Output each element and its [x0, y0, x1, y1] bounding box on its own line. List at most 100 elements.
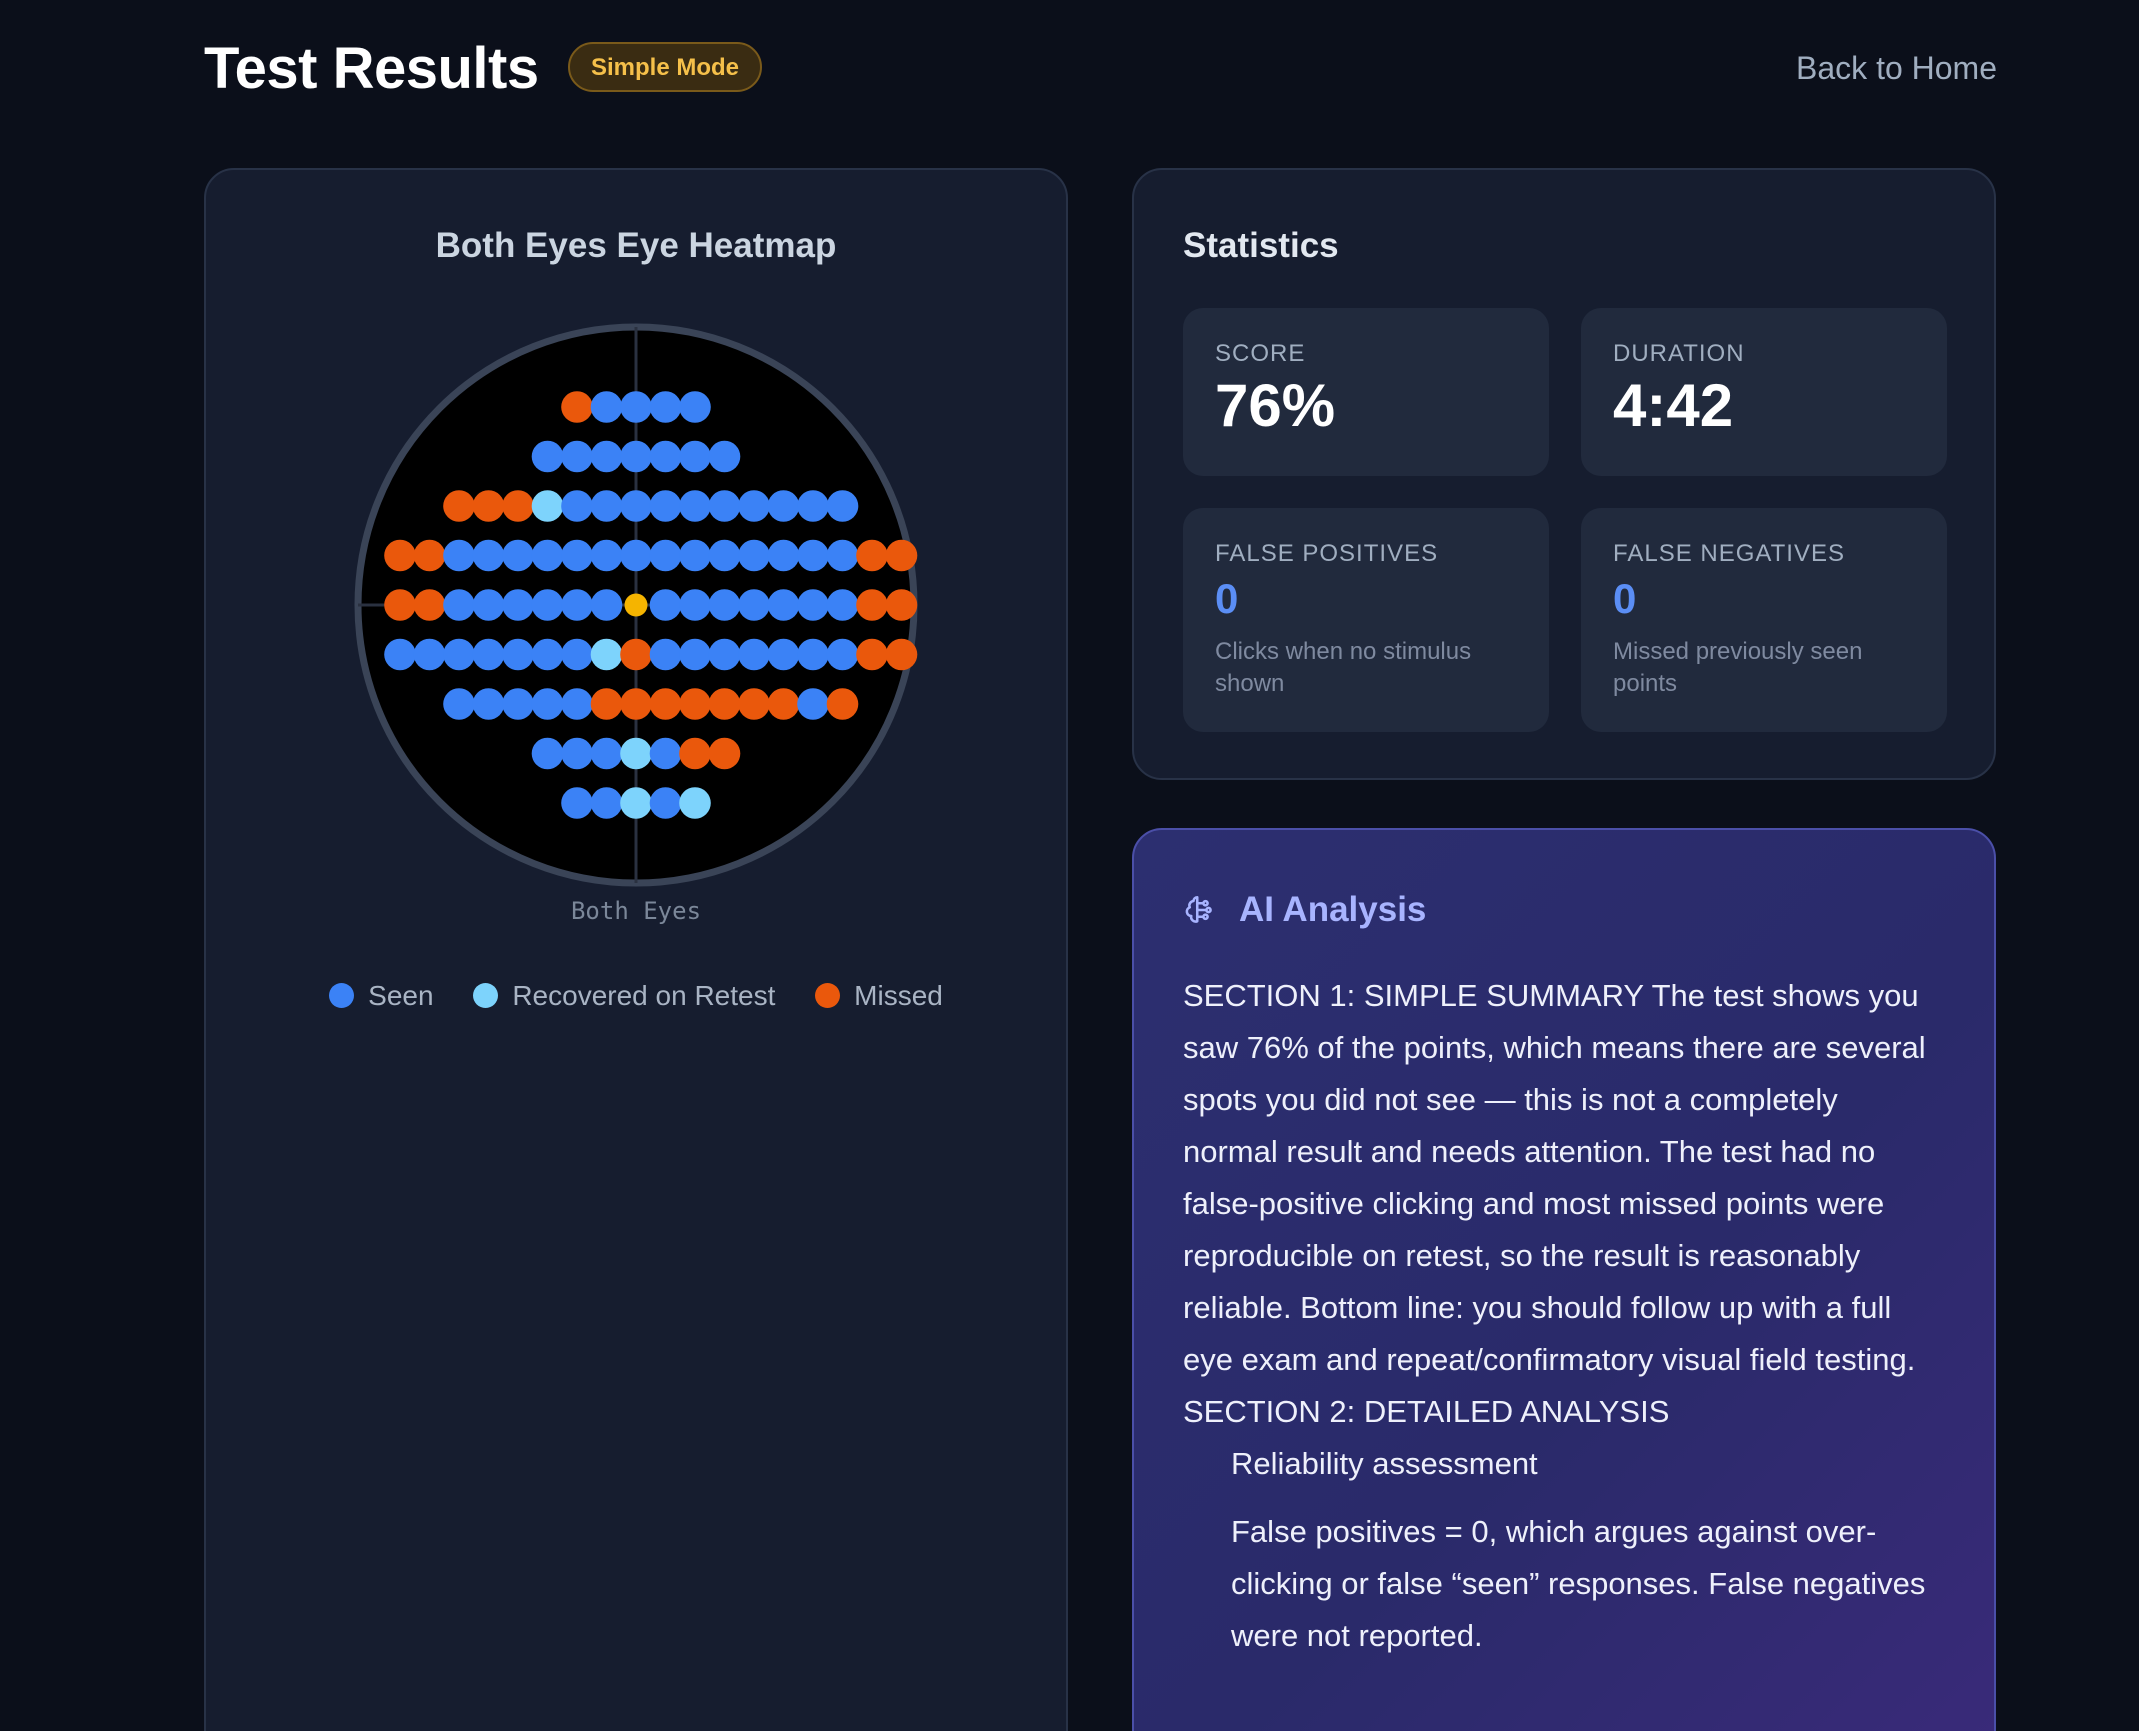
duration-tile: DURATION 4:42	[1581, 308, 1947, 476]
back-to-home-link[interactable]: Back to Home	[1796, 50, 1997, 87]
statistics-card: Statistics SCORE 76% DURATION 4:42 FALSE…	[1132, 168, 1996, 780]
seen-point	[767, 638, 800, 671]
seen-point	[384, 638, 416, 671]
seen-point	[413, 638, 446, 671]
seen-point	[826, 490, 859, 522]
legend-label-missed: Missed	[854, 980, 943, 1011]
legend-dot-recovered	[473, 983, 499, 1008]
heatmap-title: Both Eyes Eye Heatmap	[435, 226, 837, 265]
false-positives-value: 0	[1215, 575, 1239, 622]
missed-point	[620, 638, 652, 671]
seen-point	[561, 787, 593, 819]
seen-point	[590, 539, 623, 572]
seen-point	[531, 589, 564, 621]
ai-paragraph: False positives = 0, which argues agains…	[1231, 1514, 1926, 1653]
legend-dot-seen	[329, 983, 355, 1008]
ai-section-1: SECTION 1: SIMPLE SUMMARY The test shows…	[1183, 978, 1926, 1377]
seen-point	[649, 737, 682, 770]
seen-point	[708, 638, 741, 671]
missed-point	[856, 638, 888, 671]
ai-analysis-body: SECTION 1: SIMPLE SUMMARY The test shows…	[1183, 970, 1934, 1662]
missed-point	[413, 539, 446, 572]
seen-point	[826, 638, 859, 671]
seen-point	[767, 589, 800, 621]
missed-point	[590, 688, 623, 720]
legend-item-missed: Missed	[815, 980, 943, 1012]
seen-point	[797, 688, 829, 720]
heatmap-card: Both Eyes Eye Heatmap Both Eyes Seen Rec…	[204, 168, 1068, 1731]
missed-point	[708, 688, 741, 720]
seen-point	[649, 391, 682, 423]
missed-point	[767, 688, 800, 720]
missed-point	[885, 638, 918, 671]
seen-point	[679, 638, 711, 671]
missed-point	[856, 539, 888, 572]
missed-point	[679, 737, 711, 770]
mode-badge[interactable]: Simple Mode	[568, 42, 763, 92]
seen-point	[590, 440, 623, 473]
score-value: 76%	[1215, 372, 1336, 439]
seen-point	[531, 688, 564, 720]
seen-point	[472, 688, 505, 720]
heatmap-legend: Seen Recovered on Retest Missed	[206, 980, 1066, 1012]
missed-point	[826, 688, 859, 720]
missed-point	[649, 688, 682, 720]
seen-point	[561, 539, 593, 572]
seen-point	[708, 589, 741, 621]
seen-point	[620, 539, 652, 572]
seen-point	[649, 539, 682, 572]
seen-point	[767, 490, 800, 522]
seen-point	[679, 539, 711, 572]
seen-point	[472, 539, 505, 572]
fixation-point	[624, 593, 648, 617]
seen-point	[620, 440, 652, 473]
seen-point	[649, 787, 682, 819]
seen-point	[561, 737, 593, 770]
seen-point	[561, 688, 593, 720]
seen-point	[679, 391, 711, 423]
missed-point	[413, 589, 446, 621]
duration-value: 4:42	[1613, 372, 1734, 439]
seen-point	[708, 490, 741, 522]
seen-point	[531, 737, 564, 770]
legend-dot-missed	[815, 983, 841, 1008]
seen-point	[443, 539, 475, 572]
missed-point	[620, 688, 652, 720]
seen-point	[797, 589, 829, 621]
seen-point	[590, 787, 623, 819]
missed-point	[708, 737, 741, 770]
recovered-point	[620, 737, 652, 770]
seen-point	[502, 589, 534, 621]
seen-point	[590, 737, 623, 770]
seen-point	[531, 440, 564, 473]
seen-point	[708, 539, 741, 572]
brain-icon	[1185, 895, 1212, 923]
seen-point	[679, 440, 711, 473]
score-tile: SCORE 76%	[1183, 308, 1549, 476]
seen-point	[708, 440, 741, 473]
missed-point	[738, 688, 770, 720]
recovered-point	[679, 787, 711, 819]
legend-label-recovered: Recovered on Retest	[512, 980, 776, 1011]
missed-point	[502, 490, 534, 522]
missed-point	[856, 589, 888, 621]
seen-point	[738, 490, 770, 522]
legend-label-seen: Seen	[368, 980, 434, 1011]
false-negatives-tile: FALSE NEGATIVES 0 Missed previously seen…	[1581, 508, 1947, 732]
seen-point	[443, 638, 475, 671]
seen-point	[620, 490, 652, 522]
seen-point	[561, 440, 593, 473]
seen-point	[767, 539, 800, 572]
seen-point	[826, 589, 859, 621]
seen-point	[502, 539, 534, 572]
seen-point	[443, 589, 475, 621]
false-positives-tile: FALSE POSITIVES 0 Clicks when no stimulu…	[1183, 508, 1549, 732]
false-positives-label: FALSE POSITIVES	[1215, 540, 1439, 567]
ai-section-2-heading: SECTION 2: DETAILED ANALYSIS	[1183, 1394, 1670, 1429]
seen-point	[649, 490, 682, 522]
seen-point	[561, 638, 593, 671]
seen-point	[738, 638, 770, 671]
eye-label: Both Eyes	[570, 897, 702, 925]
seen-point	[797, 539, 829, 572]
page-title: Test Results	[204, 36, 539, 101]
